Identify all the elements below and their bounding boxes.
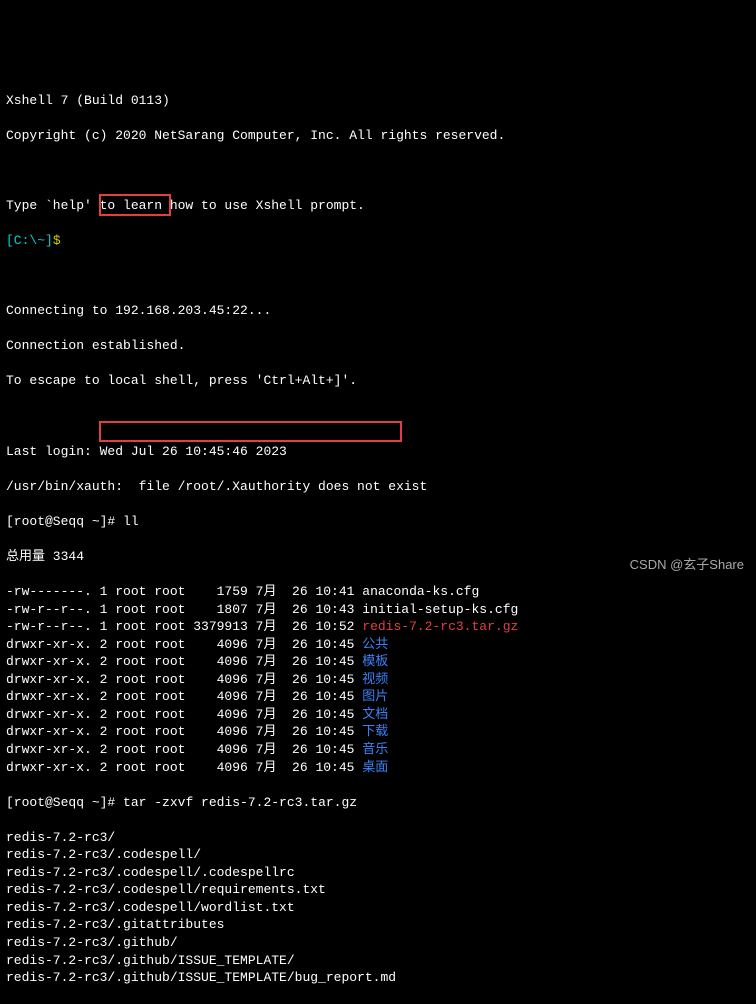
ls-row: -rw-r--r--. 1 root root 3379913 7月 26 10… — [6, 618, 750, 636]
app-title: Xshell 7 (Build 0113) — [6, 92, 750, 110]
ls-row: -rw-------. 1 root root 1759 7月 26 10:41… — [6, 583, 750, 601]
tar-line: redis-7.2-rc3/.codespell/requirements.tx… — [6, 881, 750, 899]
ls-row: drwxr-xr-x. 2 root root 4096 7月 26 10:45… — [6, 688, 750, 706]
tar-output: redis-7.2-rc3/redis-7.2-rc3/.codespell/r… — [6, 829, 750, 987]
ls-row: drwxr-xr-x. 2 root root 4096 7月 26 10:45… — [6, 653, 750, 671]
prompt-hash: # — [107, 795, 123, 810]
tar-line: redis-7.2-rc3/.gitattributes — [6, 916, 750, 934]
command-ll: ll — [123, 514, 139, 529]
tar-line: redis-7.2-rc3/.github/ — [6, 934, 750, 952]
prompt-user-host: [root@Seqq ~] — [6, 514, 107, 529]
established-text: Connection established. — [6, 337, 750, 355]
tar-line: redis-7.2-rc3/.codespell/ — [6, 846, 750, 864]
tar-line: redis-7.2-rc3/.codespell/.codespellrc — [6, 864, 750, 882]
copyright: Copyright (c) 2020 NetSarang Computer, I… — [6, 127, 750, 145]
prompt-suffix: $ — [53, 233, 61, 248]
escape-text: To escape to local shell, press 'Ctrl+Al… — [6, 372, 750, 390]
ls-row: drwxr-xr-x. 2 root root 4096 7月 26 10:45… — [6, 723, 750, 741]
ls-row: drwxr-xr-x. 2 root root 4096 7月 26 10:45… — [6, 671, 750, 689]
ls-row: -rw-r--r--. 1 root root 1807 7月 26 10:43… — [6, 601, 750, 619]
shell-prompt-2: [root@Seqq ~]# tar -zxvf redis-7.2-rc3.t… — [6, 794, 750, 812]
ls-row: drwxr-xr-x. 2 root root 4096 7月 26 10:45… — [6, 759, 750, 777]
tar-line: redis-7.2-rc3/.github/ISSUE_TEMPLATE/ — [6, 952, 750, 970]
ls-row: drwxr-xr-x. 2 root root 4096 7月 26 10:45… — [6, 706, 750, 724]
help-text: Type `help' to learn how to use Xshell p… — [6, 197, 750, 215]
tar-line: redis-7.2-rc3/ — [6, 829, 750, 847]
ls-row: drwxr-xr-x. 2 root root 4096 7月 26 10:45… — [6, 741, 750, 759]
watermark: CSDN @玄子Share — [630, 556, 744, 574]
tar-line: redis-7.2-rc3/.codespell/wordlist.txt — [6, 899, 750, 917]
blank-line — [6, 267, 750, 285]
blank-line — [6, 408, 750, 426]
command-tar: tar -zxvf redis-7.2-rc3.tar.gz — [123, 795, 357, 810]
xauth-line: /usr/bin/xauth: file /root/.Xauthority d… — [6, 478, 750, 496]
shell-prompt-1: [root@Seqq ~]# ll — [6, 513, 750, 531]
prompt-user-host: [root@Seqq ~] — [6, 795, 107, 810]
xshell-prompt: [C:\~]$ — [6, 232, 750, 250]
prompt-prefix: [C:\~] — [6, 233, 53, 248]
last-login: Last login: Wed Jul 26 10:45:46 2023 — [6, 443, 750, 461]
ls-listing: -rw-------. 1 root root 1759 7月 26 10:41… — [6, 583, 750, 776]
blank-line — [6, 162, 750, 180]
prompt-hash: # — [107, 514, 123, 529]
ls-row: drwxr-xr-x. 2 root root 4096 7月 26 10:45… — [6, 636, 750, 654]
connecting-text: Connecting to 192.168.203.45:22... — [6, 302, 750, 320]
tar-line: redis-7.2-rc3/.github/ISSUE_TEMPLATE/bug… — [6, 969, 750, 987]
